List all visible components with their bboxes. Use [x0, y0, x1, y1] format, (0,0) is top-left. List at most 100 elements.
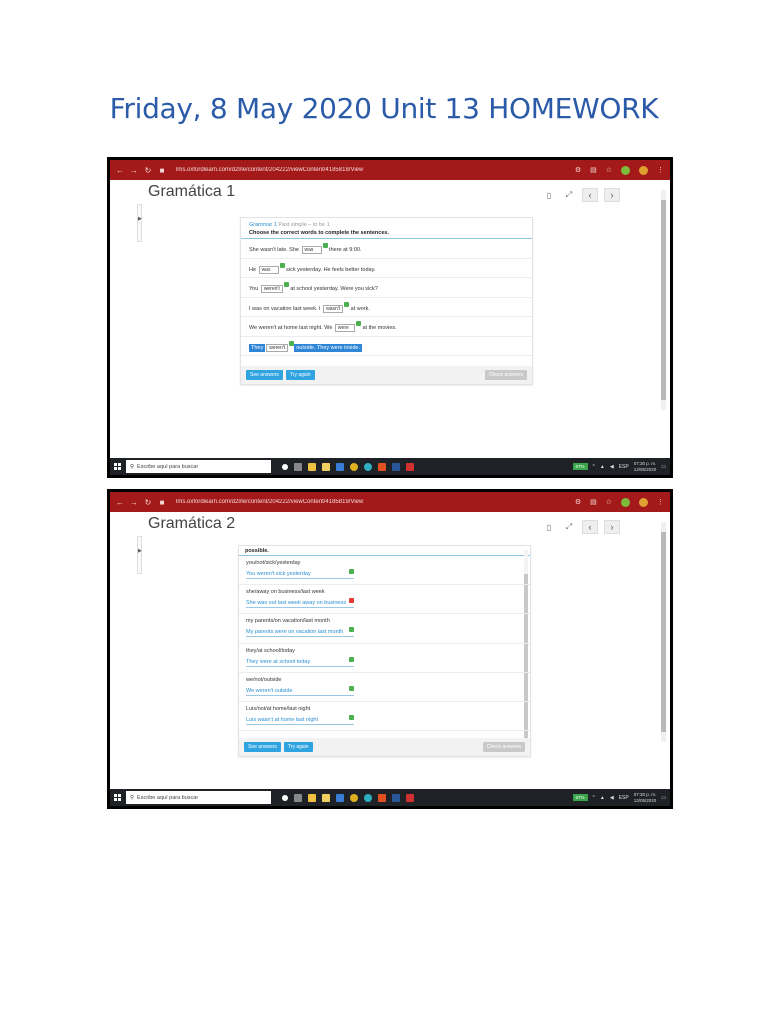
see-answers-button[interactable]: See answers: [244, 742, 281, 752]
previous-page-button[interactable]: ‹: [582, 520, 598, 534]
address-bar[interactable]: lms.oxfordlearn.com/d2l/le/content/20422…: [176, 167, 569, 173]
answer-input[interactable]: They were at school today: [246, 659, 354, 667]
document-title: Friday, 8 May 2020 Unit 13 HOMEWORK: [109, 92, 659, 125]
answer-input[interactable]: Luis wasn't at home last night: [246, 717, 354, 725]
bookmark-icon[interactable]: ▯: [542, 191, 556, 200]
answer-dropdown[interactable]: wasn't: [323, 304, 344, 313]
reader-icon[interactable]: ▤: [590, 498, 597, 506]
translate-icon[interactable]: ⚙: [575, 498, 581, 506]
chevron-up-icon[interactable]: ^: [593, 464, 595, 470]
previous-page-button[interactable]: ‹: [582, 188, 598, 202]
mail-icon[interactable]: [336, 462, 344, 471]
windows-start-icon[interactable]: [114, 794, 121, 801]
fullscreen-icon[interactable]: ⤢: [562, 190, 576, 200]
volume-icon[interactable]: ◀: [610, 464, 614, 470]
star-icon[interactable]: ☆: [606, 498, 612, 506]
network-icon[interactable]: ▲: [600, 464, 605, 470]
office-icon[interactable]: [378, 462, 386, 471]
answer-input[interactable]: We weren't outside: [246, 688, 354, 696]
forward-icon[interactable]: →: [130, 498, 138, 507]
correct-check-icon: [279, 262, 285, 268]
acrobat-icon[interactable]: [406, 462, 414, 471]
correct-check-icon: [349, 569, 354, 574]
menu-icon[interactable]: ⋮: [657, 498, 664, 506]
store-icon[interactable]: [322, 462, 330, 471]
answer-dropdown[interactable]: weren't: [266, 343, 289, 352]
cortana-icon[interactable]: [282, 794, 288, 801]
back-icon[interactable]: ←: [116, 166, 124, 175]
volume-icon[interactable]: ◀: [610, 795, 614, 801]
notifications-icon[interactable]: ▭: [661, 795, 666, 801]
sidebar-toggle[interactable]: [137, 536, 142, 574]
address-bar[interactable]: lms.oxfordlearn.com/d2l/le/content/20422…: [176, 499, 569, 505]
mail-icon[interactable]: [336, 793, 344, 802]
incorrect-cross-icon: [349, 598, 354, 604]
chevron-up-icon[interactable]: ^: [593, 795, 595, 801]
fullscreen-icon[interactable]: ⤢: [562, 522, 576, 532]
back-icon[interactable]: ←: [116, 498, 124, 507]
forward-icon[interactable]: →: [130, 166, 138, 175]
sidebar-toggle[interactable]: [137, 204, 142, 242]
next-page-button[interactable]: ›: [604, 188, 620, 202]
language-indicator[interactable]: ESP: [619, 795, 629, 801]
answer-input[interactable]: My parents were on vacation last month: [246, 629, 354, 638]
answer-input[interactable]: She was out last week away on business: [246, 600, 354, 609]
translate-icon[interactable]: ⚙: [575, 166, 581, 174]
taskbar-search[interactable]: ⚲ Escribe aquí para buscar: [126, 791, 271, 804]
clock[interactable]: 07:30 p. m. 13/05/2020: [634, 461, 657, 473]
see-answers-button[interactable]: See answers: [246, 370, 283, 380]
task-view-icon[interactable]: [294, 793, 302, 802]
page-scrollbar[interactable]: [661, 522, 666, 742]
correct-check-icon: [289, 340, 295, 346]
answer-dropdown[interactable]: weren't: [260, 285, 283, 293]
language-indicator[interactable]: ESP: [619, 464, 629, 470]
chrome-icon[interactable]: [350, 793, 358, 802]
store-icon[interactable]: [322, 793, 330, 802]
page-scrollbar[interactable]: [661, 190, 666, 410]
exercise-row: She wasn't late. She was there at 9:00.: [241, 239, 532, 259]
exercise-instruction: Choose the correct words to complete the…: [249, 230, 389, 236]
windows-start-icon[interactable]: [114, 463, 121, 470]
word-icon[interactable]: [392, 462, 400, 471]
office-icon[interactable]: [378, 793, 386, 802]
file-explorer-icon[interactable]: [308, 462, 316, 471]
exercise-row: Luis/not/at home/last night Luis wasn't …: [239, 702, 530, 732]
acrobat-icon[interactable]: [406, 793, 414, 802]
try-again-button[interactable]: Try again: [285, 370, 315, 380]
notifications-icon[interactable]: ▭: [661, 464, 666, 470]
bookmark-icon[interactable]: ▯: [542, 523, 556, 532]
word-icon[interactable]: [392, 793, 400, 802]
answer-dropdown[interactable]: were: [334, 324, 355, 332]
screenshot-grammar-2: ← → ↻ ■ lms.oxfordlearn.com/d2l/le/conte…: [107, 489, 673, 809]
edge-icon[interactable]: [364, 462, 372, 471]
chrome-icon[interactable]: [350, 462, 358, 471]
search-icon: ⚲: [130, 794, 135, 801]
reader-icon[interactable]: ▤: [590, 166, 597, 174]
battery-indicator[interactable]: 67%: [572, 794, 588, 801]
reload-icon[interactable]: ↻: [144, 166, 152, 175]
answer-dropdown[interactable]: was: [301, 246, 322, 254]
battery-indicator[interactable]: 67%: [572, 463, 588, 470]
menu-icon[interactable]: ⋮: [657, 166, 664, 174]
correct-check-icon: [349, 685, 354, 691]
file-explorer-icon[interactable]: [308, 793, 316, 802]
check-answers-button[interactable]: Check answers: [482, 742, 525, 752]
profile-avatar[interactable]: [639, 165, 648, 175]
star-icon[interactable]: ☆: [606, 166, 612, 174]
extension-icon[interactable]: [621, 497, 630, 507]
clock[interactable]: 07:30 p. m. 13/05/2020: [634, 792, 657, 804]
profile-avatar[interactable]: [639, 497, 648, 507]
network-icon[interactable]: ▲: [600, 795, 605, 801]
next-page-button[interactable]: ›: [604, 520, 620, 534]
answer-input[interactable]: You weren't sick yesterday: [246, 571, 354, 579]
task-view-icon[interactable]: [294, 462, 302, 471]
check-answers-button[interactable]: Check answers: [484, 370, 527, 380]
cortana-icon[interactable]: [282, 463, 288, 470]
try-again-button[interactable]: Try again: [283, 742, 313, 752]
answer-dropdown[interactable]: was: [258, 265, 279, 274]
edge-icon[interactable]: [364, 793, 372, 802]
extension-icon[interactable]: [621, 165, 630, 175]
taskbar-search[interactable]: ⚲ Escribe aquí para buscar: [126, 460, 271, 473]
exercise-row: my parents/on vacation/last month My par…: [239, 614, 530, 644]
reload-icon[interactable]: ↻: [144, 498, 152, 507]
